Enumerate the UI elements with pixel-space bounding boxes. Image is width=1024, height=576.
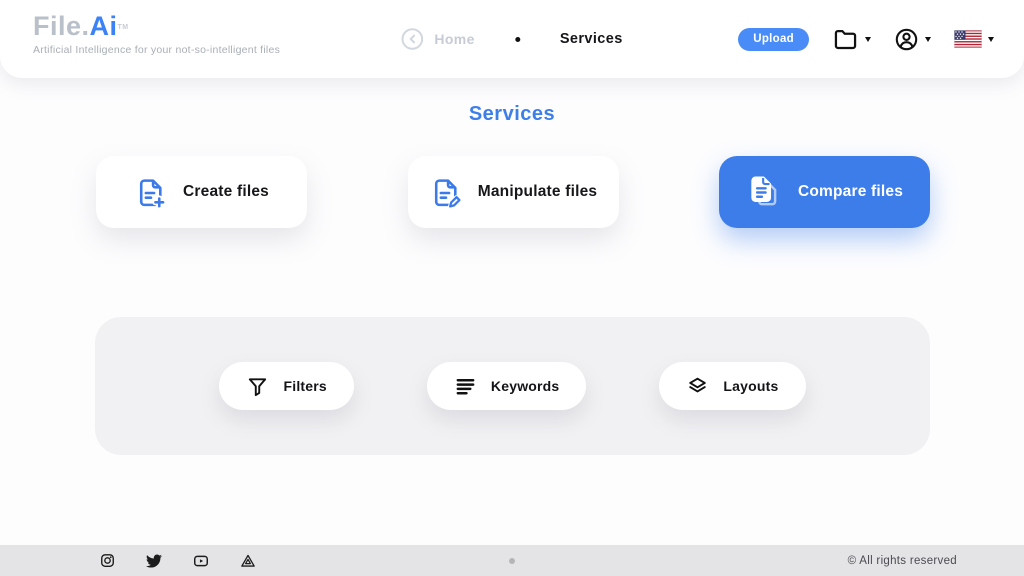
chevron-down-icon (988, 36, 994, 42)
funnel-icon (246, 375, 269, 398)
nav-services-link[interactable]: Services (560, 31, 623, 47)
nav-home-link[interactable]: Home (401, 28, 475, 50)
filters-button[interactable]: Filters (219, 362, 354, 410)
text-lines-icon (454, 375, 477, 398)
brand-name-primary: File. (33, 11, 90, 41)
page-title: Services (468, 103, 556, 125)
compare-files-card[interactable]: Compare files (719, 156, 930, 228)
brand-name: File.AiTM (33, 11, 280, 41)
twitter-icon[interactable] (146, 553, 162, 569)
files-menu-button[interactable] (832, 26, 871, 53)
user-icon (894, 27, 919, 52)
back-arrow-icon (401, 28, 424, 50)
service-card-label: Manipulate files (477, 183, 598, 200)
service-card-label: Compare files (797, 183, 904, 200)
service-cards-row: Create files Manipulate files Compare fi… (96, 156, 930, 228)
layers-icon (686, 375, 709, 398)
tool-button-label: Layouts (723, 378, 779, 394)
nav-home-label: Home (434, 31, 475, 47)
language-menu-button[interactable] (954, 30, 994, 48)
upload-button[interactable]: Upload (738, 27, 809, 51)
keywords-button[interactable]: Keywords (426, 362, 587, 410)
brand-logo[interactable]: File.AiTM Artificial Intelligence for yo… (33, 11, 280, 56)
tool-button-label: Keywords (490, 378, 560, 394)
header: File.AiTM Artificial Intelligence for yo… (0, 0, 1024, 78)
copyright-text: © All rights reserved (847, 554, 957, 567)
create-files-card[interactable]: Create files (96, 156, 307, 228)
footer: © All rights reserved (0, 545, 1024, 576)
folder-icon (832, 26, 859, 53)
youtube-icon[interactable] (193, 553, 209, 569)
service-card-label: Create files (183, 183, 269, 200)
account-menu-button[interactable] (894, 27, 931, 52)
drive-icon[interactable] (240, 553, 256, 569)
file-plus-icon (134, 176, 167, 209)
footer-center-dot (509, 557, 515, 564)
chevron-down-icon (925, 36, 931, 42)
file-edit-icon (429, 176, 462, 209)
instagram-icon[interactable] (100, 553, 115, 568)
tools-panel: Filters Keywords Layouts (95, 317, 930, 455)
tool-button-label: Filters (283, 378, 327, 394)
social-links (100, 553, 256, 569)
main-nav: Home Services (401, 0, 622, 78)
manipulate-files-card[interactable]: Manipulate files (407, 156, 619, 228)
chevron-down-icon (865, 36, 871, 42)
layouts-button[interactable]: Layouts (659, 362, 806, 410)
nav-separator-dot (514, 36, 520, 42)
header-controls: Upload (738, 0, 994, 78)
brand-name-accent: Ai (89, 11, 118, 41)
us-flag-icon (954, 30, 982, 48)
brand-tagline: Artificial Intelligence for your not-so-… (33, 44, 281, 56)
trademark-mark: TM (117, 24, 129, 31)
file-compare-icon (746, 174, 782, 210)
